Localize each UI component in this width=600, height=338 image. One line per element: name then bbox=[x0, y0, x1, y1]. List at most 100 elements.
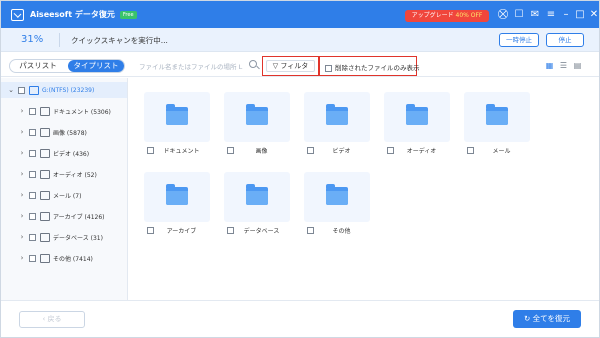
card-checkbox[interactable] bbox=[147, 226, 154, 234]
tree-item-document[interactable]: › ドキュメント (5306) bbox=[18, 104, 111, 118]
tree-root-row: ⌄ G:(NTFS) (23239) bbox=[7, 83, 94, 97]
card-label: データベース bbox=[243, 227, 280, 235]
image-icon bbox=[40, 127, 50, 137]
recover-all-button[interactable]: ↻ 全てを復元 bbox=[513, 310, 581, 328]
chevron-right-icon[interactable]: › bbox=[18, 149, 26, 157]
category-card-other[interactable]: その他 bbox=[304, 172, 370, 238]
deleted-only-option[interactable]: 削除されたファイルのみ表示 bbox=[325, 62, 420, 72]
category-card-video[interactable]: ビデオ bbox=[304, 92, 370, 158]
search-icon[interactable] bbox=[249, 60, 257, 68]
card-tile[interactable] bbox=[144, 172, 210, 222]
minimize-icon[interactable]: – bbox=[560, 9, 572, 21]
card-checkbox[interactable] bbox=[387, 146, 394, 154]
category-card-mail[interactable]: メール bbox=[464, 92, 530, 158]
tree-item-video[interactable]: › ビデオ (436) bbox=[18, 146, 89, 160]
status-divider bbox=[59, 33, 60, 47]
card-checkbox[interactable] bbox=[227, 146, 234, 154]
tree-item-checkbox[interactable] bbox=[29, 212, 36, 220]
folder-icon bbox=[406, 104, 428, 125]
tab-type-list[interactable]: タイプリスト bbox=[68, 60, 124, 72]
chevron-down-icon[interactable]: ⌄ bbox=[7, 86, 15, 94]
tree-item-image[interactable]: › 画像 (5878) bbox=[18, 125, 87, 139]
upgrade-button[interactable]: アップグレード 40% OFF bbox=[405, 10, 489, 22]
close-icon[interactable]: ✕ bbox=[588, 9, 599, 21]
tree-item-checkbox[interactable] bbox=[29, 128, 36, 136]
card-tile[interactable] bbox=[304, 172, 370, 222]
card-checkbox[interactable] bbox=[307, 146, 314, 154]
chevron-right-icon[interactable]: › bbox=[18, 191, 26, 199]
card-tile[interactable] bbox=[304, 92, 370, 142]
card-tile[interactable] bbox=[224, 92, 290, 142]
drive-icon bbox=[29, 85, 39, 95]
card-footer: オーディオ bbox=[387, 145, 449, 155]
category-card-archive[interactable]: アーカイブ bbox=[144, 172, 210, 238]
category-card-document[interactable]: ドキュメント bbox=[144, 92, 210, 158]
tree-item-checkbox[interactable] bbox=[29, 233, 36, 241]
cart-icon[interactable]: ⛒ bbox=[497, 9, 509, 21]
mail-icon bbox=[40, 190, 50, 200]
archive-icon bbox=[40, 211, 50, 221]
chevron-right-icon[interactable]: › bbox=[18, 212, 26, 220]
sidebar-tree: ⌄ G:(NTFS) (23239) › ドキュメント (5306) › 画像 (5… bbox=[1, 78, 128, 300]
search-input[interactable]: ファイル名またはファイルの場所 L bbox=[139, 61, 257, 73]
card-tile[interactable] bbox=[384, 92, 450, 142]
folder-icon bbox=[326, 104, 348, 125]
tree-item-checkbox[interactable] bbox=[29, 191, 36, 199]
chevron-right-icon[interactable]: › bbox=[18, 128, 26, 136]
tree-item-audio[interactable]: › オーディオ (52) bbox=[18, 167, 97, 181]
grid-view-icon[interactable]: ▦ bbox=[545, 61, 554, 70]
toolbar: パスリスト タイプリスト ファイル名またはファイルの場所 L ▽ フィルタ 削除… bbox=[1, 52, 599, 77]
chat-icon[interactable]: ☐ bbox=[513, 9, 525, 21]
card-checkbox[interactable] bbox=[147, 146, 154, 154]
card-tile[interactable] bbox=[464, 92, 530, 142]
filter-button[interactable]: ▽ フィルタ bbox=[266, 60, 315, 72]
card-checkbox[interactable] bbox=[307, 226, 314, 234]
chevron-right-icon[interactable]: › bbox=[18, 170, 26, 178]
pause-button[interactable]: 一時停止 bbox=[499, 33, 539, 47]
tree-item-database[interactable]: › データベース (31) bbox=[18, 230, 103, 244]
chevron-right-icon[interactable]: › bbox=[18, 107, 26, 115]
tree-root-drive[interactable]: ⌄ G:(NTFS) (23239) bbox=[1, 82, 127, 98]
card-label: メール bbox=[492, 147, 511, 155]
card-tile[interactable] bbox=[144, 92, 210, 142]
tree-item-archive[interactable]: › アーカイブ (4126) bbox=[18, 209, 105, 223]
card-label: 画像 bbox=[255, 147, 268, 155]
menu-icon[interactable]: ≡ bbox=[545, 9, 557, 21]
category-card-image[interactable]: 画像 bbox=[224, 92, 290, 158]
tree-item-checkbox[interactable] bbox=[29, 149, 36, 157]
filter-icon: ▽ bbox=[272, 62, 279, 70]
card-footer: データベース bbox=[227, 225, 289, 235]
tree-item-checkbox[interactable] bbox=[29, 254, 36, 262]
back-button[interactable]: ‹ 戻る bbox=[19, 311, 85, 328]
list-view-icon[interactable]: ☰ bbox=[559, 61, 568, 70]
card-checkbox[interactable] bbox=[227, 226, 234, 234]
app-window: Aiseesoft データ復元 Free アップグレード 40% OFF ⛒ ☐… bbox=[0, 0, 600, 338]
card-footer: その他 bbox=[307, 225, 369, 235]
app-logo-icon bbox=[11, 8, 24, 21]
category-card-audio[interactable]: オーディオ bbox=[384, 92, 450, 158]
folder-icon bbox=[40, 253, 50, 263]
folder-icon bbox=[246, 104, 268, 125]
stop-button[interactable]: 停止 bbox=[546, 33, 584, 47]
tab-path-list[interactable]: パスリスト bbox=[10, 60, 66, 72]
chevron-right-icon[interactable]: › bbox=[18, 233, 26, 241]
feedback-icon[interactable]: ✉ bbox=[529, 9, 541, 21]
deleted-only-checkbox[interactable] bbox=[325, 64, 332, 72]
detail-view-icon[interactable]: ▤ bbox=[573, 61, 582, 70]
category-grid: ドキュメント 画像 ビデオ オーディオ メール アーカイブ データベース その他 bbox=[129, 78, 599, 300]
tree-item-checkbox[interactable] bbox=[29, 170, 36, 178]
category-card-database[interactable]: データベース bbox=[224, 172, 290, 238]
chevron-right-icon[interactable]: › bbox=[18, 254, 26, 262]
tree-item-checkbox[interactable] bbox=[29, 107, 36, 115]
chevron-left-icon: ‹ bbox=[42, 315, 46, 323]
tree-item-other[interactable]: › その他 (7414) bbox=[18, 251, 93, 265]
scan-status-text: クイックスキャンを実行中... bbox=[71, 36, 168, 45]
card-tile[interactable] bbox=[224, 172, 290, 222]
upgrade-discount: 40% OFF bbox=[455, 12, 483, 19]
maximize-icon[interactable]: □ bbox=[574, 9, 586, 21]
card-label: ビデオ bbox=[332, 147, 351, 155]
card-checkbox[interactable] bbox=[467, 146, 474, 154]
tree-item-mail[interactable]: › メール (7) bbox=[18, 188, 81, 202]
filter-label: フィルタ bbox=[280, 62, 309, 70]
tree-root-checkbox[interactable] bbox=[18, 86, 25, 94]
